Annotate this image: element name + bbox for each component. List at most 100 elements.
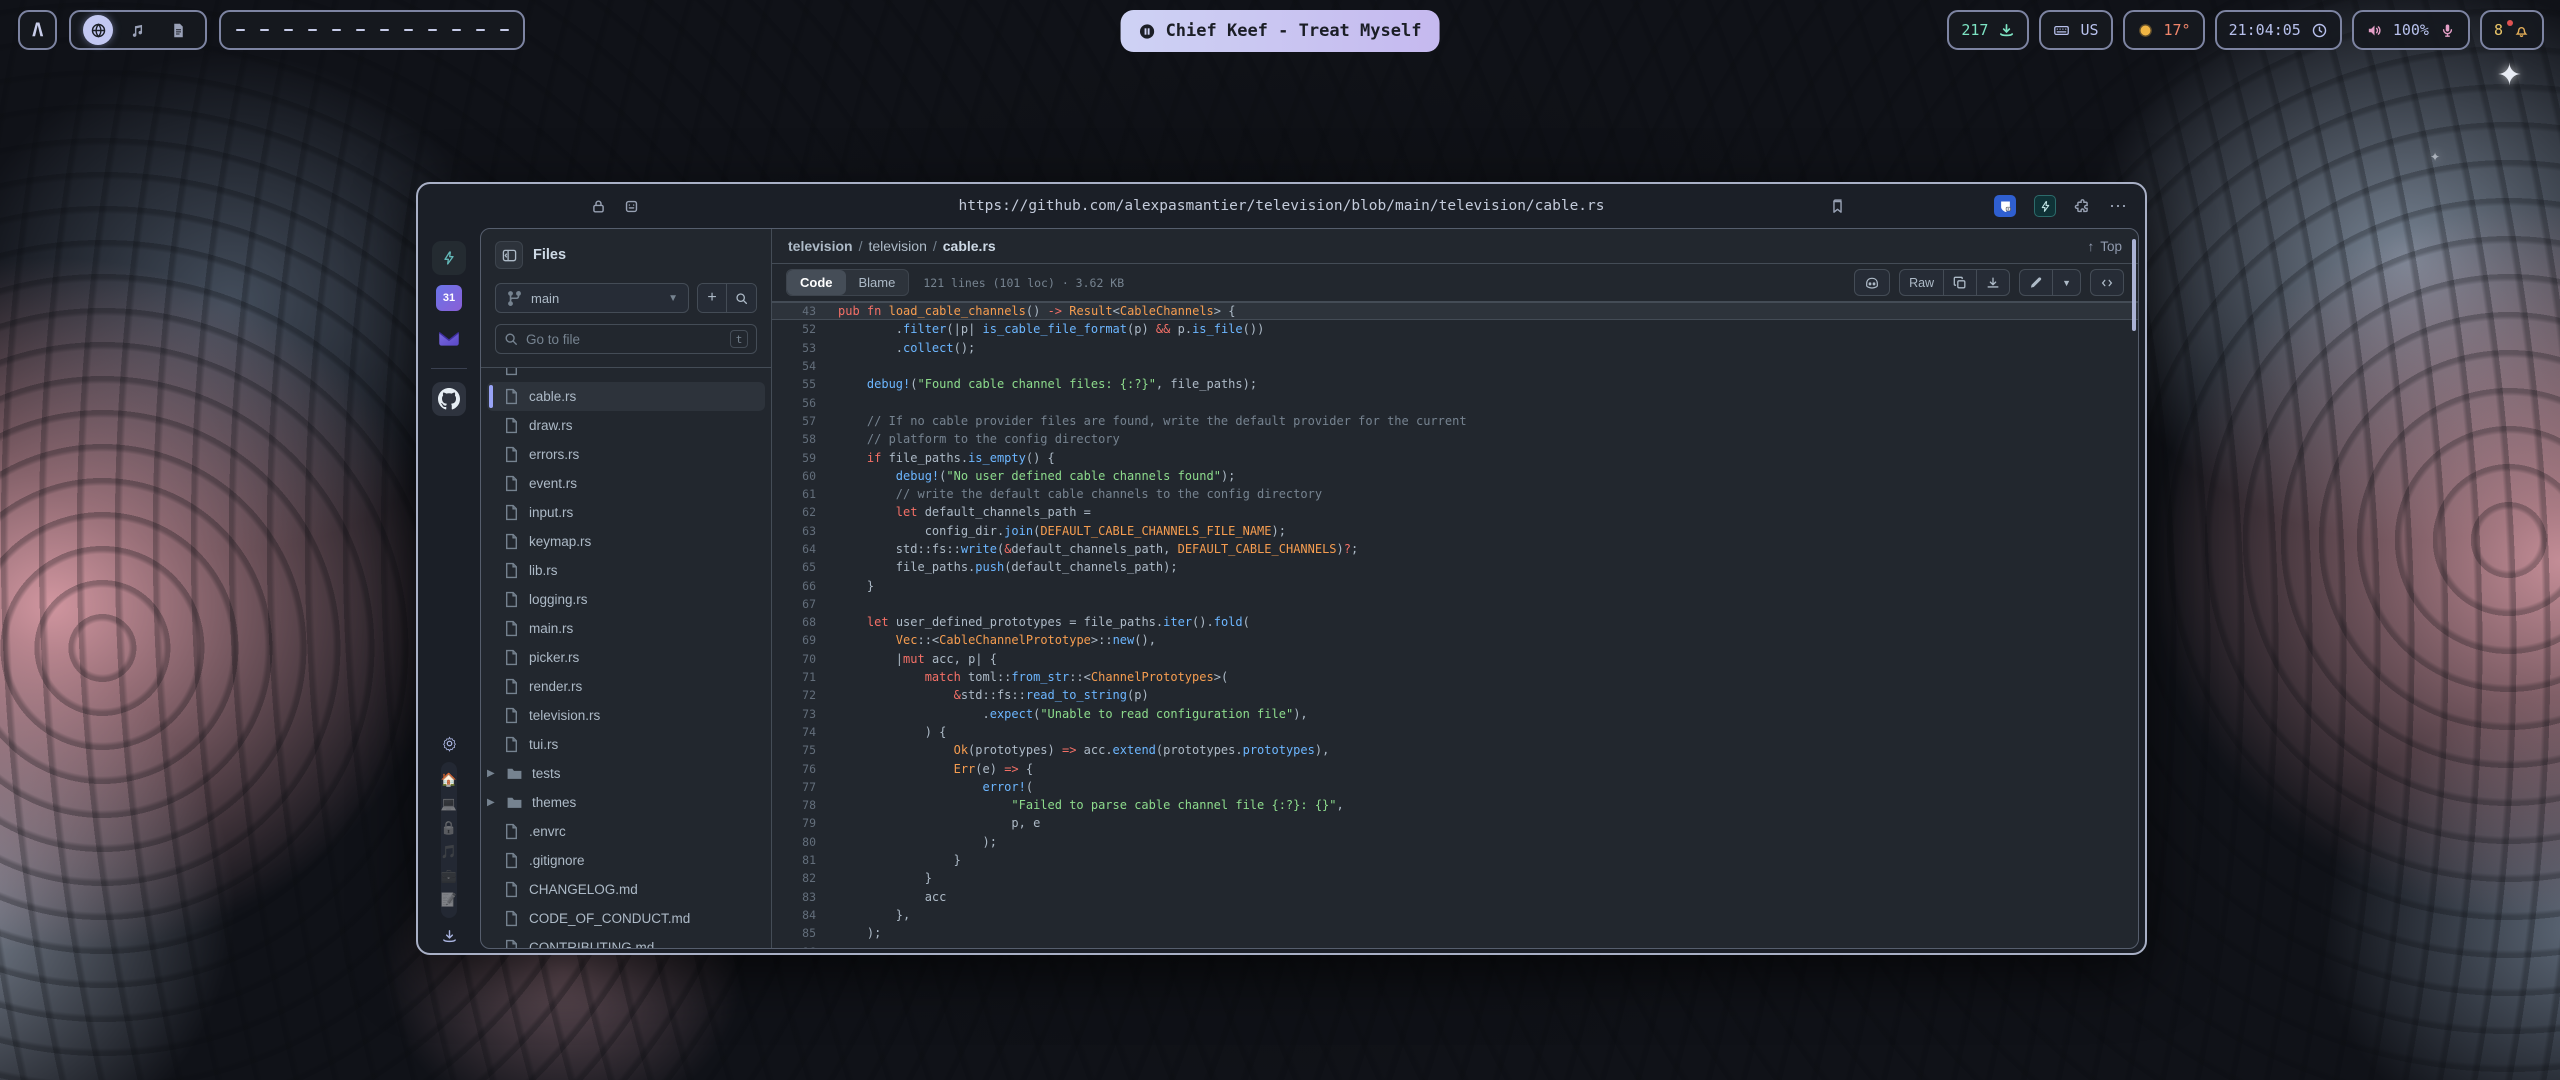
workspace-music-icon[interactable]: 🎵 — [441, 840, 457, 864]
line-number[interactable]: 43 — [772, 304, 816, 318]
workspace-memo-icon[interactable]: 📝 — [441, 888, 457, 912]
branch-selector[interactable]: main ▼ — [495, 283, 689, 313]
line-number[interactable]: 62 — [772, 505, 816, 519]
workspace-globe-icon[interactable] — [83, 15, 113, 45]
line-number[interactable]: 53 — [772, 341, 816, 355]
launcher-pill[interactable]: Λ — [18, 10, 57, 50]
search-tree-button[interactable] — [727, 284, 756, 312]
line-number[interactable]: 56 — [772, 396, 816, 410]
tree-file-.envrc[interactable]: .envrc — [481, 817, 771, 846]
tree-folder-tests[interactable]: ▶tests — [481, 759, 771, 788]
copilot-button[interactable] — [1854, 269, 1890, 296]
tree-file-logging.rs[interactable]: logging.rs — [481, 585, 771, 614]
tree-file-CONTRIBUTING.md[interactable]: CONTRIBUTING.md — [481, 933, 771, 948]
line-number[interactable]: 54 — [772, 359, 816, 373]
tree-file-draw.rs[interactable]: draw.rs — [481, 411, 771, 440]
tab-code[interactable]: Code — [787, 270, 846, 295]
tree-file-lib.rs[interactable]: lib.rs — [481, 556, 771, 585]
tree-file-render.rs[interactable]: render.rs — [481, 672, 771, 701]
active-tab-github-icon[interactable] — [432, 382, 466, 416]
extensions-puzzle-icon[interactable] — [2074, 198, 2091, 215]
bitwarden-extension-icon[interactable] — [1994, 195, 2016, 217]
url-bar[interactable]: https://github.com/alexpasmantier/televi… — [958, 198, 1604, 214]
pinned-tab-lightning-icon[interactable] — [432, 241, 466, 275]
line-number[interactable]: 81 — [772, 853, 816, 867]
line-number[interactable]: 66 — [772, 579, 816, 593]
lightning-extension-icon[interactable] — [2034, 195, 2056, 217]
line-number[interactable]: 86 — [772, 945, 816, 948]
line-number[interactable]: 65 — [772, 560, 816, 574]
page-scrollbar[interactable] — [2132, 239, 2136, 331]
code-viewer[interactable]: 43pub fn load_cable_channels() -> Result… — [772, 302, 2138, 948]
line-number[interactable]: 61 — [772, 487, 816, 501]
line-number[interactable]: 75 — [772, 743, 816, 757]
raw-button[interactable]: Raw — [1900, 270, 1943, 295]
line-number[interactable]: 55 — [772, 377, 816, 391]
line-number[interactable]: 79 — [772, 816, 816, 830]
tree-file-main.rs[interactable]: main.rs — [481, 614, 771, 643]
line-number[interactable]: 60 — [772, 469, 816, 483]
pinned-tab-calendar-icon[interactable]: 31 — [436, 285, 462, 311]
clock-widget[interactable]: 21:04:05 — [2215, 10, 2342, 50]
line-number[interactable]: 71 — [772, 670, 816, 684]
line-number[interactable]: 67 — [772, 597, 816, 611]
line-number[interactable]: 59 — [772, 451, 816, 465]
copy-raw-button[interactable] — [1943, 270, 1976, 295]
line-number[interactable]: 72 — [772, 688, 816, 702]
workspace-lock-icon[interactable]: 🔒 — [441, 816, 457, 840]
line-number[interactable]: 52 — [772, 322, 816, 336]
line-number[interactable]: 84 — [772, 908, 816, 922]
line-number[interactable]: 57 — [772, 414, 816, 428]
keyboard-layout-widget[interactable]: US — [2039, 10, 2112, 50]
downloads-icon[interactable] — [441, 928, 458, 945]
edit-file-button[interactable] — [2020, 270, 2052, 295]
bookmark-icon[interactable] — [1829, 198, 1846, 215]
tree-file-keymap.rs[interactable]: keymap.rs — [481, 527, 771, 556]
workspace-briefcase-icon[interactable]: 💼 — [441, 864, 457, 888]
workspace-music-note-icon[interactable] — [123, 15, 153, 45]
line-number[interactable]: 69 — [772, 633, 816, 647]
line-number[interactable]: 58 — [772, 432, 816, 446]
line-number[interactable]: 78 — [772, 798, 816, 812]
go-to-file-input[interactable]: Go to file t — [495, 324, 757, 354]
breadcrumb-repo-link[interactable]: television — [788, 238, 853, 254]
tree-folder-themes[interactable]: ▶themes — [481, 788, 771, 817]
tls-lock-icon[interactable] — [590, 198, 607, 215]
workspace-laptop-icon[interactable]: 💻 — [441, 792, 457, 816]
tree-file-.gitignore[interactable]: .gitignore — [481, 846, 771, 875]
media-player-widget[interactable]: Chief Keef - Treat Myself — [1121, 10, 1440, 52]
line-number[interactable]: 64 — [772, 542, 816, 556]
line-number[interactable]: 63 — [772, 524, 816, 538]
line-number[interactable]: 83 — [772, 890, 816, 904]
audio-widget[interactable]: 100% — [2352, 10, 2470, 50]
tree-file-input.rs[interactable]: input.rs — [481, 498, 771, 527]
workspace-document-icon[interactable] — [163, 15, 193, 45]
line-number[interactable]: 80 — [772, 835, 816, 849]
tree-file-CODE_OF_CONDUCT.md[interactable]: CODE_OF_CONDUCT.md — [481, 904, 771, 933]
line-number[interactable]: 68 — [772, 615, 816, 629]
notifications-widget[interactable]: 8 — [2480, 10, 2544, 50]
line-number[interactable]: 82 — [772, 871, 816, 885]
settings-gear-icon[interactable] — [441, 735, 458, 752]
weather-widget[interactable]: 17° — [2123, 10, 2205, 50]
container-tab-icon[interactable] — [623, 198, 640, 215]
tree-file-tui.rs[interactable]: tui.rs — [481, 730, 771, 759]
edit-dropdown-button[interactable]: ▼ — [2052, 270, 2080, 295]
new-file-button[interactable]: + — [698, 284, 727, 312]
line-number[interactable]: 76 — [772, 762, 816, 776]
download-raw-button[interactable] — [1976, 270, 2009, 295]
tab-blame[interactable]: Blame — [846, 270, 909, 295]
collapse-file-tree-button[interactable] — [495, 241, 523, 269]
symbols-panel-button[interactable] — [2090, 269, 2124, 296]
updates-widget[interactable]: 217 — [1947, 10, 2029, 50]
breadcrumb-dir-link[interactable]: television — [868, 238, 926, 254]
tree-file-CHANGELOG.md[interactable]: CHANGELOG.md — [481, 875, 771, 904]
tree-file-cable.rs[interactable]: cable.rs — [487, 382, 765, 411]
tree-file-errors.rs[interactable]: errors.rs — [481, 440, 771, 469]
line-number[interactable]: 85 — [772, 926, 816, 940]
tree-file-partial[interactable] — [481, 367, 771, 382]
taskbar-windows[interactable] — [219, 10, 525, 50]
workspace-home-icon[interactable]: 🏠 — [441, 768, 457, 792]
tree-file-picker.rs[interactable]: picker.rs — [481, 643, 771, 672]
pinned-tab-mail-icon[interactable] — [432, 321, 466, 355]
